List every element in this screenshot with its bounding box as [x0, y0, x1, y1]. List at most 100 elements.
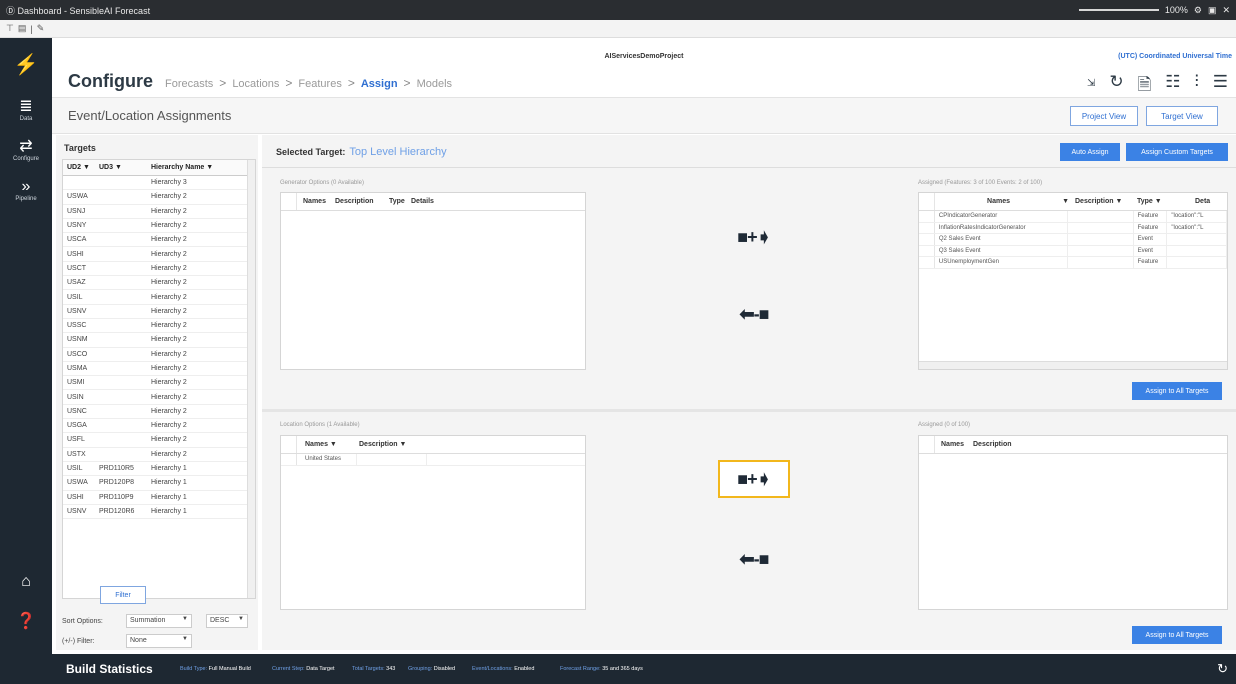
scrollbar[interactable] — [919, 361, 1227, 369]
table-row[interactable]: USNV PRD120R6 Hierarchy 1 — [63, 505, 255, 520]
column-description[interactable]: Description — [969, 441, 1029, 448]
table-row[interactable]: USNY Hierarchy 2 — [63, 219, 255, 234]
filter-tool-icon[interactable]: ⊤ — [6, 23, 14, 34]
pm-filter-select[interactable]: None ▼ — [126, 634, 192, 648]
crumb-models[interactable]: Models — [417, 78, 452, 90]
table-row[interactable]: USCT Hierarchy 2 — [63, 262, 255, 277]
target-view-button[interactable]: Target View — [1146, 106, 1218, 126]
select-all-checkbox[interactable] — [281, 193, 297, 210]
nav-data[interactable]: ≣ Data — [0, 98, 52, 122]
column-names[interactable]: Names — [297, 198, 331, 205]
close-icon[interactable]: ✕ — [1222, 5, 1230, 16]
sort-select[interactable]: Summation ▼ — [126, 614, 192, 628]
nav-configure[interactable]: ⇄ Configure — [0, 138, 52, 162]
sort-direction-select[interactable]: DESC ▼ — [206, 614, 248, 628]
row-checkbox[interactable] — [919, 245, 935, 256]
table-row[interactable]: USWA Hierarchy 2 — [63, 190, 255, 205]
table-row[interactable]: Q2 Sales Event Event — [919, 234, 1227, 246]
remove-location-button[interactable]: ⬅-■ — [722, 542, 786, 576]
table-row[interactable]: USSC Hierarchy 2 — [63, 319, 255, 334]
column-names[interactable]: Names — [935, 441, 969, 448]
table-row[interactable]: USNJ Hierarchy 2 — [63, 205, 255, 219]
table-row[interactable]: USMA Hierarchy 2 — [63, 362, 255, 377]
settings-icon[interactable]: ⚙ — [1194, 5, 1202, 16]
crumb-locations[interactable]: Locations — [232, 78, 279, 90]
row-checkbox[interactable] — [919, 211, 935, 222]
assigned-features-grid[interactable]: Names ▼ Description ▼ Type ▼ Deta CPIndi… — [918, 192, 1228, 370]
table-row[interactable]: USAZ Hierarchy 2 — [63, 276, 255, 291]
database-icon[interactable]: ☰ — [1213, 72, 1228, 101]
select-all-checkbox[interactable] — [919, 193, 935, 210]
select-all-checkbox[interactable] — [281, 436, 297, 453]
add-assignment-button[interactable]: ■+➧ — [722, 220, 786, 254]
table-row[interactable]: USIL PRD110R5 Hierarchy 1 — [63, 462, 255, 477]
help-icon[interactable]: ❓ — [0, 613, 52, 631]
table-row[interactable]: USFL Hierarchy 2 — [63, 433, 255, 448]
selected-target-value[interactable]: Top Level Hierarchy — [349, 146, 446, 158]
column-description[interactable]: Description — [331, 198, 385, 205]
add-location-button[interactable]: ■+➧ — [718, 460, 790, 498]
table-row[interactable]: USWA PRD120P8 Hierarchy 1 — [63, 476, 255, 491]
table-row[interactable]: United States — [281, 454, 585, 466]
table-row[interactable]: USCA Hierarchy 2 — [63, 233, 255, 248]
table-row[interactable]: USCO Hierarchy 2 — [63, 348, 255, 362]
crumb-forecasts[interactable]: Forecasts — [165, 78, 213, 90]
assign-to-all-targets-button[interactable]: Assign to All Targets — [1132, 626, 1222, 644]
column-header-hierarchy[interactable]: Hierarchy Name ▼ — [149, 164, 249, 171]
table-row[interactable]: CPIndicatorGenerator Feature "location":"L — [919, 211, 1227, 223]
table-row[interactable]: USIL Hierarchy 2 — [63, 290, 255, 305]
zoom-slider[interactable] — [1078, 9, 1159, 11]
crumb-features[interactable]: Features — [298, 78, 341, 90]
row-checkbox[interactable] — [281, 454, 297, 465]
column-header-ud2[interactable]: UD2 ▼ — [63, 164, 97, 171]
table-row[interactable]: Q3 Sales Event Event — [919, 245, 1227, 257]
table-row[interactable]: USHI PRD110P9 Hierarchy 1 — [63, 491, 255, 505]
home-icon[interactable]: ⌂ — [0, 573, 52, 591]
edit-tool-icon[interactable]: ✎ — [37, 23, 45, 34]
table-row[interactable]: USIN Hierarchy 2 — [63, 390, 255, 405]
auto-assign-button[interactable]: Auto Assign — [1060, 143, 1120, 161]
refresh-icon[interactable]: ↻ — [1217, 661, 1228, 677]
table-row[interactable]: Hierarchy 3 — [63, 176, 255, 191]
column-details[interactable]: Details — [407, 198, 447, 205]
table-row[interactable]: USTX Hierarchy 2 — [63, 448, 255, 462]
nav-pipeline[interactable]: » Pipeline — [0, 178, 52, 202]
location-options-grid[interactable]: Names ▼ Description ▼ United States — [280, 435, 586, 610]
chart-icon[interactable]: ⫶ — [1195, 72, 1199, 101]
table-row[interactable]: USHI Hierarchy 2 — [63, 247, 255, 262]
row-checkbox[interactable] — [919, 234, 935, 245]
table-icon[interactable]: ☷ — [1165, 72, 1180, 101]
table-row[interactable]: USMI Hierarchy 2 — [63, 376, 255, 391]
scrollbar[interactable] — [247, 160, 255, 598]
assign-custom-targets-button[interactable]: Assign Custom Targets — [1126, 143, 1228, 161]
restore-icon[interactable]: ▣ — [1208, 5, 1217, 16]
table-row[interactable]: USUnemploymentGen Feature — [919, 257, 1227, 269]
generator-options-grid[interactable]: Names Description Type Details — [280, 192, 586, 370]
table-row[interactable]: InflationRatesIndicatorGenerator Feature "… — [919, 222, 1227, 234]
assigned-locations-grid[interactable]: Names Description — [918, 435, 1228, 610]
document-icon[interactable]: 🗎 — [1138, 72, 1152, 101]
column-names[interactable]: Names ▼ — [297, 441, 357, 448]
assign-to-all-targets-button[interactable]: Assign to All Targets — [1132, 382, 1222, 400]
project-view-button[interactable]: Project View — [1070, 106, 1138, 126]
table-row[interactable]: USNV Hierarchy 2 — [63, 305, 255, 319]
targets-table[interactable]: UD2 ▼ UD3 ▼ Hierarchy Name ▼ Hierarchy 3… — [62, 159, 256, 599]
row-checkbox[interactable] — [919, 257, 935, 268]
column-description[interactable]: Description ▼ — [357, 441, 427, 448]
table-row[interactable]: USNM Hierarchy 2 — [63, 333, 255, 348]
select-all-checkbox[interactable] — [919, 436, 935, 453]
table-row[interactable]: USGA Hierarchy 2 — [63, 419, 255, 434]
remove-assignment-button[interactable]: ⬅-■ — [722, 297, 786, 331]
bold-tool-icon[interactable]: ▤ — [18, 23, 27, 34]
column-type[interactable]: Type — [385, 198, 407, 205]
filter-button[interactable]: Filter — [100, 586, 146, 604]
table-row[interactable]: USNC Hierarchy 2 — [63, 405, 255, 420]
column-header-ud3[interactable]: UD3 ▼ — [97, 164, 149, 171]
column-details[interactable]: Deta — [1169, 198, 1219, 205]
column-names[interactable]: Names ▼ — [935, 198, 1069, 205]
timezone[interactable]: (UTC) Coordinated Universal Time — [1118, 53, 1232, 60]
logo-icon[interactable]: ⚡ — [0, 55, 52, 75]
crumb-assign[interactable]: Assign — [361, 78, 398, 90]
column-description[interactable]: Description ▼ — [1069, 198, 1135, 205]
refresh-icon[interactable]: ↻ — [1109, 72, 1123, 101]
